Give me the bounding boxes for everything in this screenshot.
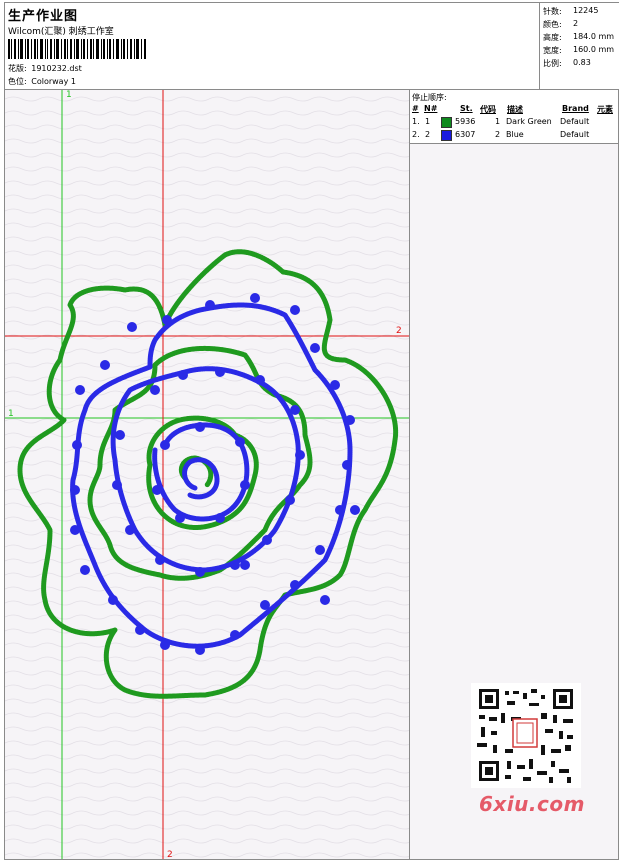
stat-label: 高度: — [543, 33, 562, 42]
col-element: 元素 — [597, 105, 613, 114]
thread-swatch-blue — [441, 130, 452, 141]
col-stitches: St. — [460, 104, 473, 113]
green-guide-label-left: 1 — [8, 409, 14, 419]
sheet-title: 生产作业图 — [8, 9, 79, 24]
col-description: 描述 — [507, 105, 523, 114]
stat-label: 针数: — [543, 7, 562, 16]
stat-value: 184.0 mm — [573, 32, 615, 41]
row-n: 1 — [425, 117, 431, 126]
red-guide-label-bottom: 2 — [167, 850, 173, 859]
row-stitches: 5936 — [455, 117, 476, 126]
studio-name: Wilcom(汇聚) 刺绣工作室 — [8, 27, 114, 37]
pattern-label: 花版: — [8, 64, 27, 73]
row-description: Dark Green — [506, 117, 552, 126]
stat-label: 颜色: — [543, 20, 562, 29]
stat-value: 0.83 — [573, 58, 591, 67]
embroidery-preview: 1 1 2 2 — [5, 90, 409, 859]
stat-height: 高度: 184.0 mm — [543, 32, 614, 43]
stat-colors: 颜色: 2 — [543, 19, 578, 30]
stats-panel: 针数: 12245 颜色: 2 高度: 184.0 mm 宽度: 160.0 m… — [539, 3, 619, 89]
stop-sequence-panel: 停止顺序: # N# St. 代码 描述 Brand 元素 1. 1 5936 … — [410, 90, 618, 144]
production-sheet: 生产作业图 Wilcom(汇聚) 刺绣工作室 花版: 1910232.dst 色… — [4, 2, 619, 860]
row-n: 2 — [425, 130, 431, 139]
sheet-header: 生产作业图 Wilcom(汇聚) 刺绣工作室 花版: 1910232.dst 色… — [5, 3, 619, 90]
col-code: 代码 — [480, 105, 496, 114]
row-description: Blue — [506, 130, 524, 139]
row-num: 1. — [412, 117, 420, 126]
stat-label: 宽度: — [543, 46, 562, 55]
barcode — [8, 39, 146, 59]
pattern-value: 1910232.dst — [31, 64, 82, 73]
green-guide-label-top: 1 — [66, 90, 72, 100]
stop-sequence-title: 停止顺序: — [412, 93, 447, 102]
row-num: 2. — [412, 130, 420, 139]
watermark-logo: 6xiu.com — [479, 792, 585, 816]
col-n: N# — [424, 104, 438, 113]
col-hash: # — [412, 104, 419, 113]
colorway-label: 色位: — [8, 77, 27, 86]
red-guide-label-right: 2 — [396, 326, 402, 336]
stat-value: 160.0 mm — [573, 45, 615, 54]
row-stitches: 6307 — [455, 130, 476, 139]
design-area: 1 1 2 2 — [5, 90, 410, 859]
stat-width: 宽度: 160.0 mm — [543, 45, 614, 56]
thread-swatch-green — [441, 117, 452, 128]
row-code: 2 — [495, 130, 501, 139]
qr-code — [471, 683, 581, 788]
stat-value: 2 — [573, 19, 579, 28]
colorway-value: Colorway 1 — [31, 77, 76, 86]
colorway-row: 色位: Colorway 1 — [8, 76, 76, 87]
stat-value: 12245 — [573, 6, 599, 15]
stat-scale: 比例: 0.83 — [543, 58, 591, 69]
row-code: 1 — [495, 117, 501, 126]
col-brand: Brand — [562, 104, 589, 113]
row-brand: Default — [560, 117, 590, 126]
stat-stitches: 针数: 12245 — [543, 6, 598, 17]
pattern-row: 花版: 1910232.dst — [8, 63, 82, 74]
row-brand: Default — [560, 130, 590, 139]
stat-label: 比例: — [543, 59, 562, 68]
